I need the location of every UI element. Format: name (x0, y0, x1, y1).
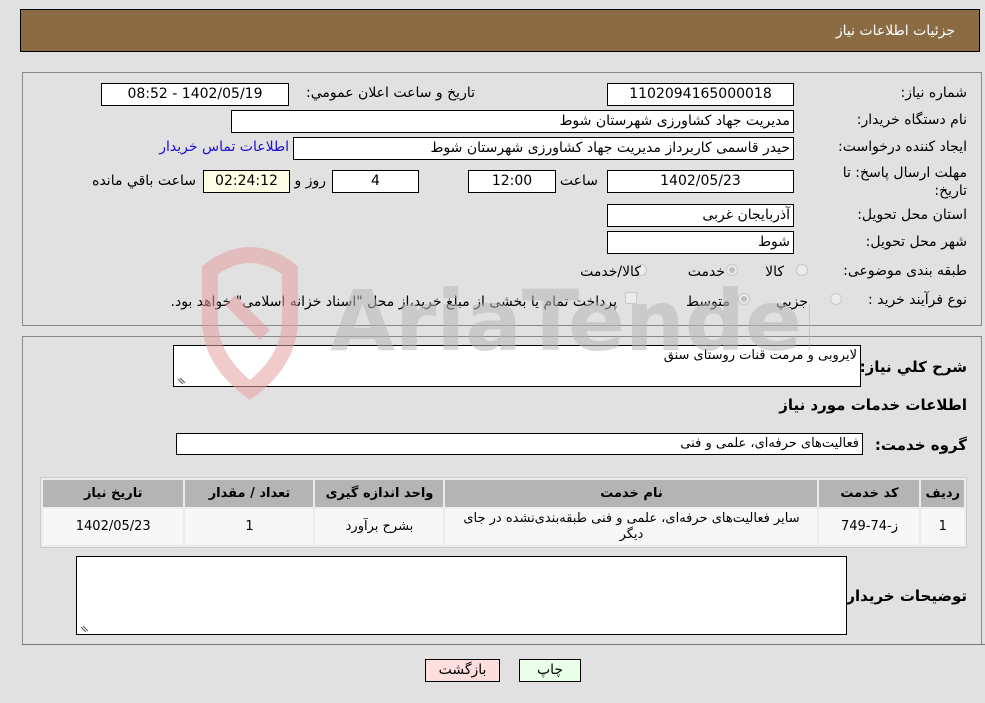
category-option-goods: کالا (765, 264, 784, 280)
announce-label: تاریخ و ساعت اعلان عمومي: (306, 85, 475, 101)
requester-label: ايجاد کننده درخواست: (838, 139, 967, 155)
need-number-label: شماره نیاز: (900, 85, 968, 101)
cell-service-code: ز-74-749 (819, 509, 920, 545)
deadline-label: مهلت ارسال پاسخ: تا تاریخ: (842, 165, 967, 199)
col-header-service-name: نام خدمت (445, 480, 818, 507)
print-button[interactable]: چاپ (519, 659, 581, 682)
purchase-option-medium: متوسط (686, 294, 730, 310)
buyer-contact-link[interactable]: اطلاعات تماس خریدار (159, 139, 289, 155)
need-details-panel: شرح کلي نياز: لایروبی و مرمت قنات روستای… (22, 336, 982, 644)
category-option-service: خدمت (687, 264, 725, 280)
cell-need-date: 1402/05/23 (43, 509, 184, 545)
category-option-goods-service: کالا/خدمت (580, 264, 641, 280)
city-field: شوط (607, 231, 794, 254)
general-desc-textarea[interactable]: لایروبی و مرمت قنات روستای سنق (173, 345, 861, 387)
buyer-org-field: مدیریت جهاد کشاورزی شهرستان شوط (231, 110, 794, 133)
table-row: 1 ز-74-749 سایر فعالیت‌های حرفه‌ای، علمی… (43, 509, 964, 545)
need-number-field: 1102094165000018 (607, 83, 794, 106)
purchase-type-label: نوع فرآیند خرید : (868, 292, 967, 308)
col-header-service-code: کد خدمت (819, 480, 920, 507)
category-radio-goods[interactable] (796, 264, 808, 276)
cell-row-number: 1 (921, 509, 964, 545)
category-label: طبقه بندی موضوعی: (843, 263, 967, 279)
deadline-time-label: ساعت (559, 173, 598, 189)
remaining-time-field: 02:24:12 (203, 170, 290, 193)
back-button[interactable]: بازگشت (425, 659, 500, 682)
city-label: شهر محل تحویل: (865, 234, 967, 250)
deadline-date-field: 1402/05/23 (607, 170, 794, 193)
col-header-unit: واحد اندازه گیری (315, 480, 444, 507)
page-header: جزئیات اطلاعات نیاز (20, 9, 980, 52)
province-field: آذربایجان غربی (607, 204, 794, 227)
remaining-label: ساعت باقي مانده (92, 173, 196, 189)
buyer-notes-label: توضیحات خریدار: (840, 587, 967, 605)
cell-quantity: 1 (185, 509, 314, 545)
col-header-quantity: تعداد / مقدار (185, 480, 314, 507)
general-desc-text: لایروبی و مرمت قنات روستای سنق (663, 348, 857, 363)
deadline-time-field: 12:00 (468, 170, 556, 193)
treasury-note: پرداخت تمام یا بخشی از مبلغ خرید،از محل … (170, 294, 617, 310)
general-desc-label: شرح کلي نياز: (859, 358, 967, 376)
col-header-row-number: ردیف (921, 480, 964, 507)
col-header-need-date: تاریخ نیاز (43, 480, 184, 507)
page-title: جزئیات اطلاعات نیاز (835, 23, 955, 39)
purchase-option-minor: جزيي (776, 294, 808, 310)
buyer-org-label: نام دستگاه خريدار: (856, 112, 967, 128)
requester-field: حیدر قاسمی کاربرداز مدیریت جهاد کشاورزی … (293, 137, 794, 160)
service-group-label: گروه خدمت: (874, 436, 967, 454)
treasury-checkbox[interactable] (625, 292, 637, 304)
services-info-title: اطلاعات خدمات مورد نياز (779, 396, 967, 414)
services-table: ردیف کد خدمت نام خدمت واحد اندازه گیری ت… (40, 477, 967, 548)
cell-unit: بشرح برآورد (315, 509, 444, 545)
services-table-header-row: ردیف کد خدمت نام خدمت واحد اندازه گیری ت… (43, 480, 964, 507)
cell-service-name: سایر فعالیت‌های حرفه‌ای، علمی و فنی طبقه… (445, 509, 818, 545)
section-divider (22, 644, 985, 645)
service-group-field: فعالیت‌های حرفه‌ای، علمی و فنی (176, 433, 863, 455)
announce-datetime-field: 1402/05/19 - 08:52 (101, 83, 289, 106)
need-info-panel: شماره نیاز: 1102094165000018 تاریخ و ساع… (22, 72, 982, 326)
province-label: استان محل تحویل: (857, 207, 967, 223)
purchase-radio-medium[interactable] (738, 293, 750, 305)
buyer-notes-textarea[interactable] (76, 556, 847, 635)
days-label: روز و (294, 173, 327, 189)
purchase-radio-minor[interactable] (830, 293, 842, 305)
resize-grip-icon[interactable] (79, 623, 89, 633)
resize-grip-icon[interactable] (176, 375, 186, 385)
category-radio-service[interactable] (726, 264, 738, 276)
days-remaining-field: 4 (332, 170, 419, 193)
